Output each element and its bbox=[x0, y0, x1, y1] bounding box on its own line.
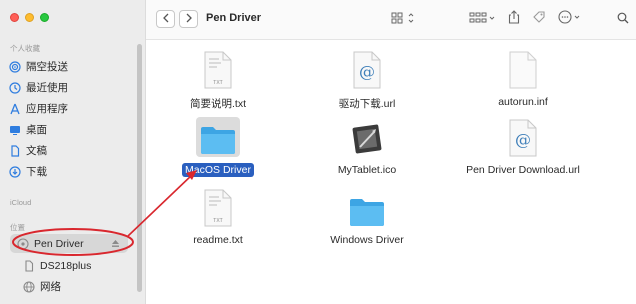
file-name: Windows Driver bbox=[330, 234, 404, 246]
file-item-selected[interactable]: MacOS Driver bbox=[143, 117, 293, 177]
minimize-window-button[interactable] bbox=[25, 13, 34, 22]
file-browser: TXT 简要说明.txt @ 驱动下载.url autorun.inf MacO… bbox=[146, 41, 636, 304]
sidebar-item-label: 应用程序 bbox=[26, 103, 68, 115]
file-name: MyTablet.ico bbox=[337, 164, 397, 176]
window-title: Pen Driver bbox=[206, 12, 262, 24]
grid-view-icon bbox=[391, 11, 417, 29]
sidebar-scrollbar[interactable] bbox=[137, 44, 142, 292]
blank-file-icon bbox=[508, 49, 538, 89]
favorites-section-title: 个人收藏 bbox=[10, 44, 40, 53]
file-name: readme.txt bbox=[193, 234, 243, 246]
download-icon bbox=[8, 165, 21, 178]
search-button[interactable] bbox=[616, 11, 630, 28]
sidebar-item-label: 文稿 bbox=[26, 145, 47, 157]
file-item[interactable]: Windows Driver bbox=[292, 187, 442, 247]
tag-icon bbox=[532, 10, 546, 29]
group-by-button[interactable] bbox=[466, 11, 500, 28]
ellipsis-circle-icon bbox=[558, 10, 584, 29]
window-controls bbox=[10, 13, 49, 22]
folder-icon bbox=[196, 117, 240, 157]
document-icon bbox=[8, 144, 21, 157]
sidebar-item-label: 桌面 bbox=[26, 124, 47, 136]
airdrop-icon bbox=[8, 60, 21, 73]
sidebar-item-recents[interactable]: 最近使用 bbox=[8, 78, 134, 97]
server-icon bbox=[22, 259, 35, 272]
file-name: Pen Driver Download.url bbox=[466, 164, 580, 176]
locations-section-title: 位置 bbox=[10, 223, 25, 232]
back-button[interactable] bbox=[156, 10, 175, 28]
icloud-section-title: iCloud bbox=[10, 198, 32, 207]
sidebar-item-airdrop[interactable]: 隔空投送 bbox=[8, 57, 134, 76]
close-window-button[interactable] bbox=[10, 13, 19, 22]
svg-text:@: @ bbox=[359, 62, 375, 81]
sidebar-item-label: 下载 bbox=[26, 166, 47, 178]
file-name: 简要说明.txt bbox=[189, 98, 246, 110]
sidebar-item-label: DS218plus bbox=[40, 259, 92, 272]
file-name: autorun.inf bbox=[498, 96, 548, 108]
folder-icon bbox=[349, 187, 385, 227]
file-item[interactable]: TXT 简要说明.txt bbox=[143, 49, 293, 112]
sidebar-item-downloads[interactable]: 下载 bbox=[8, 162, 134, 181]
search-icon bbox=[617, 11, 629, 29]
svg-text:TXT: TXT bbox=[213, 218, 222, 224]
finder-window: 个人收藏 隔空投送 最近使用 应用程序 桌面 文稿 下载 iCloud 位置 P… bbox=[0, 0, 636, 304]
svg-text:@: @ bbox=[515, 130, 531, 149]
sidebar-item-label: 最近使用 bbox=[26, 82, 68, 94]
text-file-icon: TXT bbox=[203, 49, 233, 89]
chevron-right-icon bbox=[185, 10, 193, 28]
toolbar: Pen Driver bbox=[146, 0, 636, 40]
eject-icon[interactable] bbox=[111, 239, 120, 251]
network-icon bbox=[22, 280, 35, 293]
sidebar-item-desktop[interactable]: 桌面 bbox=[8, 120, 134, 139]
sidebar-item-pen-driver[interactable]: Pen Driver bbox=[10, 234, 128, 253]
ico-file-icon bbox=[350, 117, 384, 157]
file-item[interactable]: @ Pen Driver Download.url bbox=[448, 117, 598, 177]
file-item[interactable]: @ 驱动下载.url bbox=[292, 49, 442, 112]
tag-button[interactable] bbox=[530, 11, 548, 28]
url-file-icon: @ bbox=[508, 117, 538, 157]
sidebar-item-label: 隔空投送 bbox=[26, 61, 68, 73]
file-name: MacOS Driver bbox=[182, 163, 254, 177]
drive-icon bbox=[16, 237, 29, 250]
clock-icon bbox=[8, 81, 21, 94]
zoom-window-button[interactable] bbox=[40, 13, 49, 22]
sidebar-item-documents[interactable]: 文稿 bbox=[8, 141, 134, 160]
view-mode-button[interactable] bbox=[386, 11, 422, 28]
applications-icon bbox=[8, 102, 21, 115]
group-icon bbox=[469, 11, 497, 29]
file-name: 驱动下载.url bbox=[338, 98, 396, 110]
svg-text:TXT: TXT bbox=[213, 80, 222, 86]
more-actions-button[interactable] bbox=[556, 10, 586, 29]
url-file-icon: @ bbox=[352, 49, 382, 89]
file-item[interactable]: MyTablet.ico bbox=[292, 117, 442, 177]
file-item[interactable]: TXT readme.txt bbox=[143, 187, 293, 247]
sidebar-item-applications[interactable]: 应用程序 bbox=[8, 99, 134, 118]
chevron-left-icon bbox=[162, 10, 170, 28]
sidebar: 个人收藏 隔空投送 最近使用 应用程序 桌面 文稿 下载 iCloud 位置 P… bbox=[0, 0, 146, 304]
forward-button[interactable] bbox=[179, 10, 198, 28]
text-file-icon: TXT bbox=[203, 187, 233, 227]
share-icon bbox=[508, 10, 520, 29]
sidebar-item-label: Pen Driver bbox=[34, 237, 84, 250]
file-item[interactable]: autorun.inf bbox=[448, 49, 598, 109]
sidebar-item-ds218plus[interactable]: DS218plus bbox=[8, 256, 134, 275]
desktop-icon bbox=[8, 123, 21, 136]
sidebar-item-label: 网络 bbox=[40, 281, 61, 293]
share-button[interactable] bbox=[506, 10, 522, 29]
sidebar-item-network[interactable]: 网络 bbox=[8, 277, 134, 296]
